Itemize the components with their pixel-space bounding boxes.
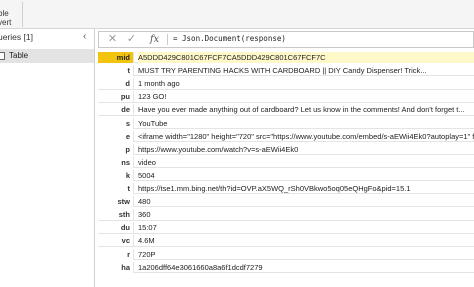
- record-value[interactable]: 480: [138, 196, 474, 207]
- record-key[interactable]: du: [98, 222, 134, 234]
- ribbon: ble vert: [0, 0, 474, 29]
- checkmark-icon[interactable]: ✓: [123, 32, 140, 47]
- record-row[interactable]: e <iframe width="1280" height="720" src=…: [98, 130, 474, 142]
- record-value[interactable]: 5004: [138, 170, 474, 181]
- formula-input[interactable]: = Json.Document(response): [173, 34, 286, 43]
- record-row[interactable]: s YouTube: [98, 117, 474, 129]
- record-value[interactable]: A5DDD429C801C67FCF7CA5DDD429C801C67FCF7C: [138, 52, 474, 63]
- record-value[interactable]: 15:07: [138, 222, 474, 233]
- record-row[interactable]: p https://www.youtube.com/watch?v=s-aEWi…: [98, 143, 474, 156]
- record-key[interactable]: pu: [98, 91, 134, 103]
- record-row[interactable]: t https://tse1.mm.bing.net/th?id=OVP.aX5…: [98, 183, 474, 195]
- record-key[interactable]: k: [98, 169, 134, 181]
- record-key[interactable]: mid: [98, 52, 134, 63]
- fx-icon[interactable]: fx: [146, 32, 163, 47]
- query-item-label: Table: [9, 51, 29, 60]
- record-key[interactable]: d: [98, 78, 134, 90]
- record-value[interactable]: 1 month ago: [138, 78, 474, 89]
- queries-header: ueries [1] ‹: [0, 29, 94, 49]
- record-key[interactable]: t: [98, 65, 134, 77]
- queries-title: ueries [1]: [0, 32, 33, 42]
- record-row[interactable]: sth 360: [98, 209, 474, 221]
- ribbon-fragment-bottom[interactable]: vert: [0, 18, 11, 27]
- table-icon: [0, 52, 5, 60]
- record-value[interactable]: Have you ever made anything out of cardb…: [138, 104, 474, 115]
- record-row[interactable]: ha 1a206dff64e3061660a8a6f1dcdf7279: [98, 261, 474, 273]
- formula-bar: ✕ ✓ fx = Json.Document(response): [98, 31, 474, 48]
- record-key[interactable]: ns: [98, 156, 134, 168]
- record-row[interactable]: d 1 month ago: [98, 78, 474, 90]
- record-row[interactable]: r 720P: [98, 248, 474, 260]
- record-row[interactable]: de Have you ever made anything out of ca…: [98, 104, 474, 116]
- record-value[interactable]: YouTube: [138, 118, 474, 129]
- record-key[interactable]: e: [98, 130, 134, 142]
- record-key[interactable]: p: [98, 143, 134, 155]
- record-row[interactable]: vc 4.6M: [98, 235, 474, 247]
- record-row[interactable]: stw 480: [98, 196, 474, 208]
- record-row[interactable]: t MUST TRY PARENTING HACKS WITH CARDBOAR…: [98, 65, 474, 77]
- record-key[interactable]: sth: [98, 209, 134, 221]
- record-key[interactable]: s: [98, 117, 134, 129]
- record-value[interactable]: 1a206dff64e3061660a8a6f1dcdf7279: [138, 262, 474, 273]
- record-row[interactable]: k 5004: [98, 169, 474, 182]
- ribbon-fragment-middle[interactable]: ble: [0, 9, 9, 18]
- record-row[interactable]: ns video: [98, 156, 474, 169]
- record-row[interactable]: pu 123 GO!: [98, 91, 474, 103]
- record-row[interactable]: du 15:07: [98, 222, 474, 234]
- query-item-table[interactable]: Table: [0, 49, 94, 63]
- collapse-pane-icon[interactable]: ‹: [83, 31, 86, 42]
- record-value[interactable]: MUST TRY PARENTING HACKS WITH CARDBOARD …: [138, 65, 474, 76]
- record-key[interactable]: ha: [98, 261, 134, 273]
- record-key[interactable]: t: [98, 183, 134, 194]
- record-key[interactable]: stw: [98, 196, 134, 208]
- record-value[interactable]: <iframe width="1280" height="720" src="h…: [138, 131, 474, 142]
- record-value[interactable]: 4.6M: [138, 235, 474, 246]
- record-value[interactable]: https://tse1.mm.bing.net/th?id=OVP.aX5WQ…: [138, 183, 474, 194]
- record-key[interactable]: de: [98, 104, 134, 116]
- queries-pane: ueries [1] ‹ Table: [0, 29, 95, 287]
- record-key[interactable]: r: [98, 248, 134, 260]
- record-value[interactable]: video: [138, 157, 474, 168]
- record-value[interactable]: 720P: [138, 249, 474, 260]
- record-value[interactable]: 360: [138, 209, 474, 220]
- ribbon-divider: [22, 2, 23, 27]
- record-row[interactable]: mid A5DDD429C801C67FCF7CA5DDD429C801C67F…: [98, 52, 474, 64]
- cancel-icon[interactable]: ✕: [104, 32, 121, 47]
- record-value[interactable]: 123 GO!: [138, 91, 474, 102]
- record-value[interactable]: https://www.youtube.com/watch?v=s-aEWii4…: [138, 144, 474, 155]
- formula-divider: [167, 34, 168, 45]
- record-key[interactable]: vc: [98, 235, 134, 247]
